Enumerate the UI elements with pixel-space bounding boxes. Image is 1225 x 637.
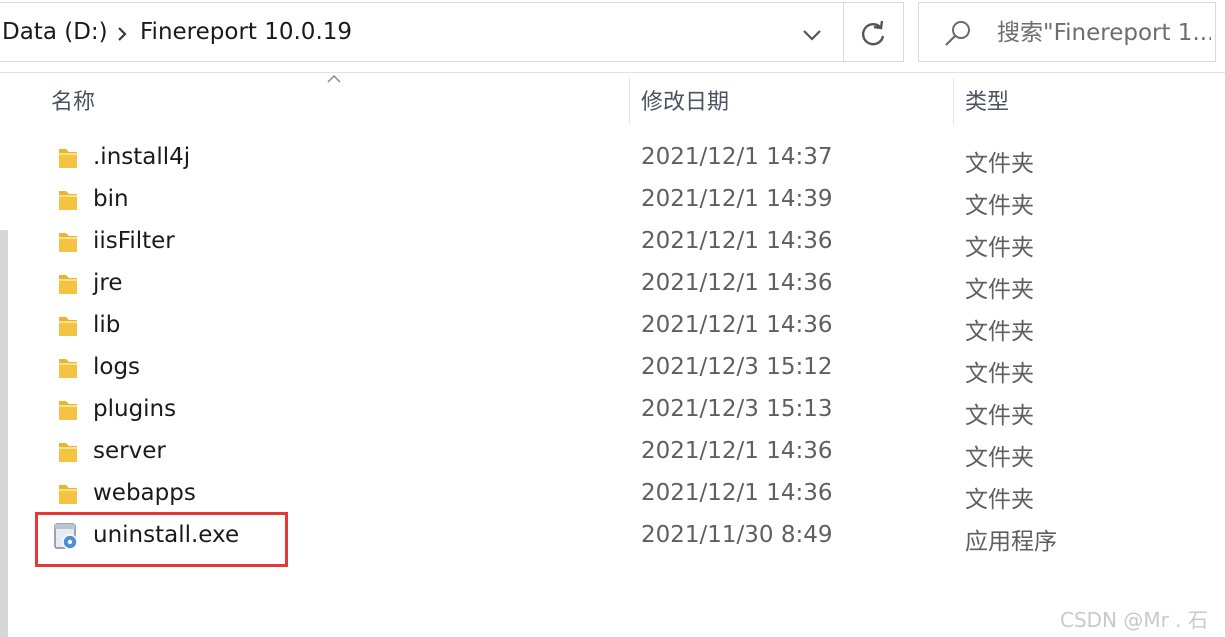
file-date: 2021/12/1 14:39: [641, 186, 833, 212]
list-item[interactable]: plugins 2021/12/3 15:13 文件夹: [12, 389, 1225, 431]
file-type: 文件夹: [965, 151, 1034, 177]
file-name: plugins: [93, 396, 177, 422]
scrollbar[interactable]: [0, 230, 8, 637]
folder-icon: [59, 401, 77, 420]
list-item[interactable]: .install4j 2021/12/1 14:37 文件夹: [12, 137, 1225, 179]
file-name: logs: [93, 354, 141, 380]
file-date: 2021/12/1 14:36: [641, 228, 833, 254]
refresh-icon[interactable]: [857, 19, 889, 51]
folder-icon: [59, 275, 77, 294]
file-name: jre: [93, 270, 123, 296]
chevron-down-icon[interactable]: [799, 23, 825, 47]
file-name: .install4j: [93, 144, 191, 170]
file-name: webapps: [93, 480, 196, 506]
breadcrumb-item-folder[interactable]: Finereport 10.0.19: [140, 19, 352, 45]
column-header-type[interactable]: 类型: [965, 84, 1009, 116]
folder-icon: [59, 233, 77, 252]
file-date: 2021/12/1 14:37: [641, 144, 833, 170]
file-name: lib: [93, 312, 121, 338]
file-date: 2021/12/1 14:36: [641, 270, 833, 296]
list-item[interactable]: iisFilter 2021/12/1 14:36 文件夹: [12, 221, 1225, 263]
sort-ascending-icon: [327, 74, 341, 83]
address-bar[interactable]: Data (D:) Finereport 10.0.19: [0, 2, 904, 62]
folder-icon: [59, 191, 77, 210]
chevron-right-icon[interactable]: [115, 25, 129, 43]
highlight-annotation: [35, 512, 288, 567]
file-type: 文件夹: [965, 403, 1034, 429]
file-name: server: [93, 438, 166, 464]
list-item[interactable]: logs 2021/12/3 15:12 文件夹: [12, 347, 1225, 389]
divider: [843, 3, 844, 61]
file-name: iisFilter: [93, 228, 175, 254]
divider: [0, 72, 1225, 73]
breadcrumb-item-drive[interactable]: Data (D:): [2, 19, 108, 45]
file-type: 文件夹: [965, 319, 1034, 345]
file-date: 2021/12/1 14:36: [641, 480, 833, 506]
file-type: 文件夹: [965, 277, 1034, 303]
watermark: CSDN @Mr . 石: [1060, 608, 1208, 632]
file-date: 2021/12/1 14:36: [641, 312, 833, 338]
column-header-name[interactable]: 名称: [51, 84, 95, 116]
folder-icon: [59, 317, 77, 336]
folder-icon: [59, 485, 77, 504]
list-item[interactable]: jre 2021/12/1 14:36 文件夹: [12, 263, 1225, 305]
column-divider[interactable]: [953, 78, 954, 124]
search-box[interactable]: [918, 2, 1216, 62]
file-date: 2021/11/30 8:49: [641, 522, 833, 548]
search-input[interactable]: [997, 15, 1211, 51]
list-item[interactable]: lib 2021/12/1 14:36 文件夹: [12, 305, 1225, 347]
file-date: 2021/12/1 14:36: [641, 438, 833, 464]
file-date: 2021/12/3 15:13: [641, 396, 833, 422]
file-type: 文件夹: [965, 445, 1034, 471]
column-divider[interactable]: [629, 78, 630, 124]
file-type: 文件夹: [965, 235, 1034, 261]
search-icon: [945, 21, 970, 46]
file-type: 文件夹: [965, 193, 1034, 219]
folder-icon: [59, 443, 77, 462]
file-name: bin: [93, 186, 129, 212]
list-item[interactable]: bin 2021/12/1 14:39 文件夹: [12, 179, 1225, 221]
toolbar: Data (D:) Finereport 10.0.19: [0, 0, 1225, 72]
file-type: 文件夹: [965, 361, 1034, 387]
file-type: 文件夹: [965, 487, 1034, 513]
folder-icon: [59, 149, 77, 168]
folder-icon: [59, 359, 77, 378]
list-item[interactable]: webapps 2021/12/1 14:36 文件夹: [12, 473, 1225, 515]
column-header-date[interactable]: 修改日期: [641, 84, 729, 116]
file-date: 2021/12/3 15:12: [641, 354, 833, 380]
list-item[interactable]: server 2021/12/1 14:36 文件夹: [12, 431, 1225, 473]
file-type: 应用程序: [965, 529, 1057, 555]
